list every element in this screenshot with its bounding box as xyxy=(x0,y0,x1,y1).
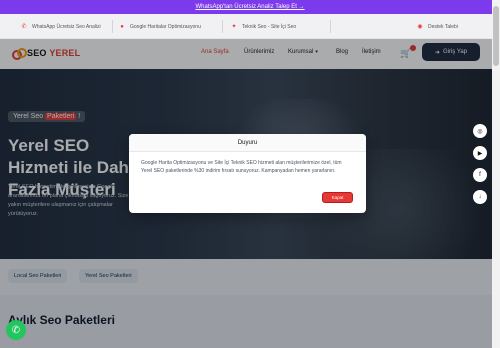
divider xyxy=(222,20,223,33)
info-item-label: WhatsApp Ücretsiz Seo Analizi xyxy=(32,23,101,30)
info-item-whatsapp[interactable]: ✆ WhatsApp Ücretsiz Seo Analizi xyxy=(20,14,101,39)
whatsapp-icon[interactable]: ✆ xyxy=(6,320,26,340)
headset-icon: ◉ xyxy=(417,24,423,30)
info-item-support[interactable]: ◉ Destek Talebi xyxy=(416,14,458,39)
info-item-technical-seo[interactable]: ✦ Teknik Seo - Site İçi Seo xyxy=(230,14,296,39)
announcement-modal: Duyuru Google Harita Optimizasyonu ve Si… xyxy=(129,134,366,213)
facebook-icon[interactable]: f xyxy=(473,168,487,182)
modal-body: Google Harita Optimizasyonu ve Site İçi … xyxy=(141,160,342,174)
promo-bar[interactable]: WhatsApp'tan Ücretsiz Analiz Talep Et → xyxy=(0,0,500,14)
promo-link[interactable]: WhatsApp'tan Ücretsiz Analiz Talep Et → xyxy=(195,4,304,10)
modal-title: Duyuru xyxy=(129,134,366,152)
scrollbar-thumb[interactable] xyxy=(493,6,499,66)
scrollbar[interactable] xyxy=(492,0,500,348)
instagram-icon[interactable]: ◎ xyxy=(473,124,487,138)
map-pin-icon: ● xyxy=(120,23,124,30)
close-button[interactable]: Kapat xyxy=(322,192,353,203)
wrench-icon: ✦ xyxy=(231,24,237,30)
divider xyxy=(330,20,331,33)
youtube-icon[interactable]: ▶ xyxy=(473,146,487,160)
arrow-down-icon[interactable]: ↓ xyxy=(473,190,487,204)
info-item-label: Destek Talebi xyxy=(428,23,458,30)
info-item-maps[interactable]: ● Google Haritalar Optimizasyonu xyxy=(118,14,201,39)
info-bar: ✆ WhatsApp Ücretsiz Seo Analizi ● Google… xyxy=(0,14,500,39)
whatsapp-icon: ✆ xyxy=(21,24,27,30)
divider xyxy=(112,20,113,33)
info-item-label: Google Haritalar Optimizasyonu xyxy=(130,23,201,30)
info-item-label: Teknik Seo - Site İçi Seo xyxy=(242,23,297,30)
